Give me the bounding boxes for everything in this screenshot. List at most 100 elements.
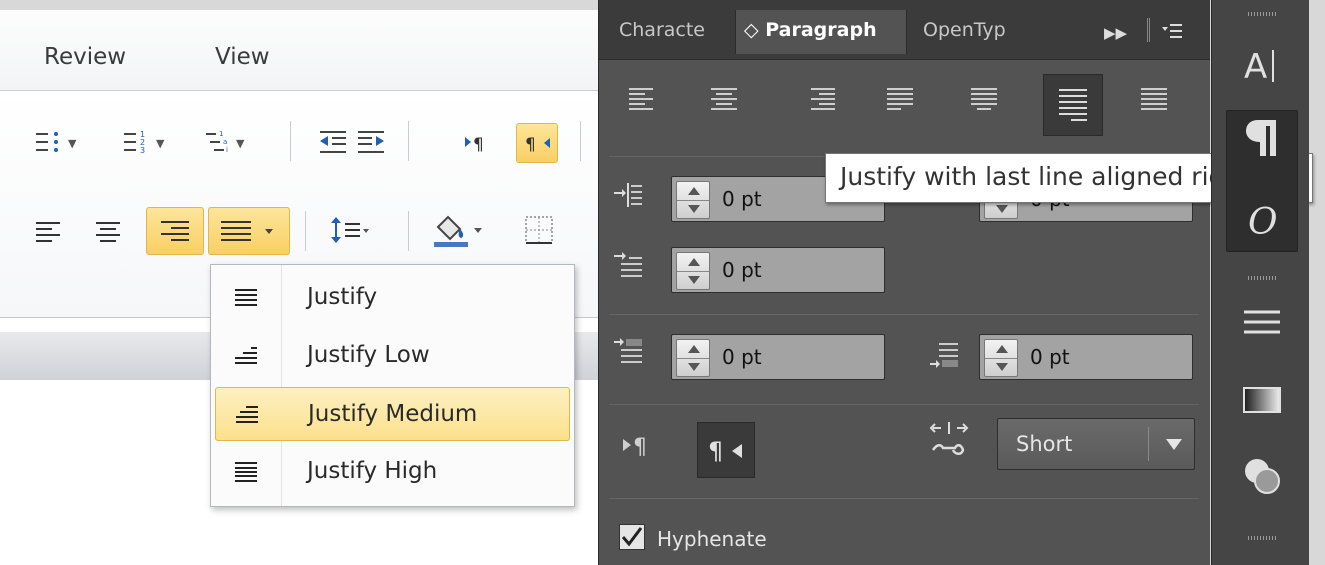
stroke-panel-icon[interactable] [1240,300,1284,344]
align-right-button[interactable] [146,207,204,255]
chevron-down-icon[interactable]: ▼ [68,137,76,150]
divider [580,121,581,161]
svg-text:¶: ¶ [633,435,647,460]
ltr-paragraph-icon[interactable]: ¶ [621,430,659,460]
justify-last-right-icon [1059,89,1087,121]
screenshot-canvas: Review View ▼ 123 ▼ 1ai ▼ ¶ ¶ Justify Ju… [0,0,1325,565]
rtl-paragraph-icon: ¶ [525,135,550,155]
justify-dropdown-button[interactable] [208,207,290,255]
hyphenate-label: Hyphenate [657,527,767,551]
divider [1148,427,1149,461]
divider [290,121,291,161]
tab-character[interactable]: Characte [611,10,731,54]
justify-medium-icon [234,404,262,426]
chevron-down-icon[interactable]: ▼ [156,137,164,150]
increase-indent-icon[interactable] [356,127,386,157]
ltr-paragraph-icon[interactable]: ¶ [464,131,488,155]
menu-item-label: Justify Medium [308,401,478,427]
justify-dropdown-menu: Justify Justify Low Justify Medium Justi… [210,264,575,507]
left-indent-value: 0 pt [722,187,762,211]
first-line-indent-field[interactable]: 0 pt [671,247,885,293]
gradient-panel-icon[interactable] [1240,378,1284,422]
justify-icon [233,287,261,309]
fast-forward-icon[interactable]: ▶▶ [1104,24,1127,42]
space-before-value: 0 pt [722,345,762,369]
paragraph-panel: Characte ◇ Paragraph OpenTyp ▶▶ 0 pt 0 p… [598,0,1210,565]
dock-grip[interactable] [1248,276,1278,280]
svg-text:a: a [223,138,227,146]
stepper[interactable] [676,339,710,377]
panel-tab-bar: Characte ◇ Paragraph OpenTyp ▶▶ [599,0,1210,60]
justify-icon [221,221,273,241]
divider [1147,18,1150,42]
chevron-down-icon [1166,439,1182,450]
stepper[interactable] [984,339,1018,377]
tab-view[interactable]: View [215,44,270,70]
svg-text:O: O [1248,202,1278,240]
dock-grip[interactable] [1248,536,1278,540]
justify-high-icon [233,461,261,483]
paragraph-panel-icon[interactable] [1240,116,1284,160]
collapse-toggle-icon: ◇ [744,19,759,41]
divider [609,404,1199,405]
justify-all-icon[interactable] [1139,84,1169,114]
svg-text:A: A [1244,47,1267,86]
menu-item-justify[interactable]: Justify [215,271,570,325]
numbering-icon[interactable]: 123 [122,127,152,157]
panel-menu-icon[interactable] [1161,22,1183,40]
justify-last-left-icon[interactable] [885,84,915,114]
kashida-select[interactable]: Short [997,418,1195,470]
justify-last-center-icon[interactable] [969,84,999,114]
divider [609,498,1199,499]
svg-text:¶: ¶ [525,135,536,155]
shading-icon[interactable] [432,211,486,249]
bullets-icon[interactable] [34,127,64,157]
align-left-icon[interactable] [627,84,657,114]
justify-last-right-button[interactable] [1043,74,1103,136]
rtl-paragraph-icon: ¶ [708,437,742,465]
rtl-paragraph-button[interactable]: ¶ [516,123,558,163]
hyphenate-checkbox[interactable] [619,524,645,550]
effects-panel-icon[interactable] [1240,454,1284,498]
tab-paragraph-label: Paragraph [765,19,877,41]
word-ribbon-area: Review View ▼ 123 ▼ 1ai ▼ ¶ ¶ Justify Ju… [0,10,598,565]
menu-item-justify-medium[interactable]: Justify Medium [215,387,570,441]
decrease-indent-icon[interactable] [318,127,348,157]
multilevel-list-icon[interactable]: 1ai [204,127,234,157]
menu-item-justify-high[interactable]: Justify High [215,445,570,499]
space-after-icon [929,340,959,370]
stepper[interactable] [676,181,710,219]
justify-low-icon [233,345,261,367]
stepper[interactable] [676,252,710,290]
divider [609,314,1199,315]
borders-icon[interactable] [524,215,564,245]
tab-opentype[interactable]: OpenTyp [915,10,1027,54]
svg-text:i: i [226,146,228,154]
checkmark-icon [621,527,643,547]
tools-dock: A O [1211,0,1309,565]
line-spacing-icon[interactable] [330,215,370,245]
svg-text:¶: ¶ [473,135,484,155]
align-left-icon[interactable] [34,217,64,247]
character-panel-icon[interactable]: A [1240,42,1284,86]
menu-item-justify-low[interactable]: Justify Low [215,329,570,383]
divider [408,121,409,161]
divider [305,211,306,251]
align-right-icon[interactable] [807,84,837,114]
tab-paragraph[interactable]: ◇ Paragraph [735,10,907,54]
align-center-icon[interactable] [94,217,124,247]
rtl-paragraph-button[interactable]: ¶ [697,422,755,478]
align-right-icon [161,221,189,241]
align-center-icon[interactable] [709,84,739,114]
menu-item-label: Justify [307,284,378,310]
opentype-panel-icon[interactable]: O [1240,196,1284,240]
space-before-field[interactable]: 0 pt [671,334,885,380]
space-after-value: 0 pt [1030,345,1070,369]
tab-review[interactable]: Review [44,44,126,70]
chevron-down-icon[interactable]: ▼ [236,137,244,150]
svg-text:3: 3 [140,146,145,155]
svg-text:¶: ¶ [708,437,723,465]
dock-grip[interactable] [1248,12,1278,16]
kashida-select-value: Short [1016,432,1073,456]
space-after-field[interactable]: 0 pt [979,334,1193,380]
